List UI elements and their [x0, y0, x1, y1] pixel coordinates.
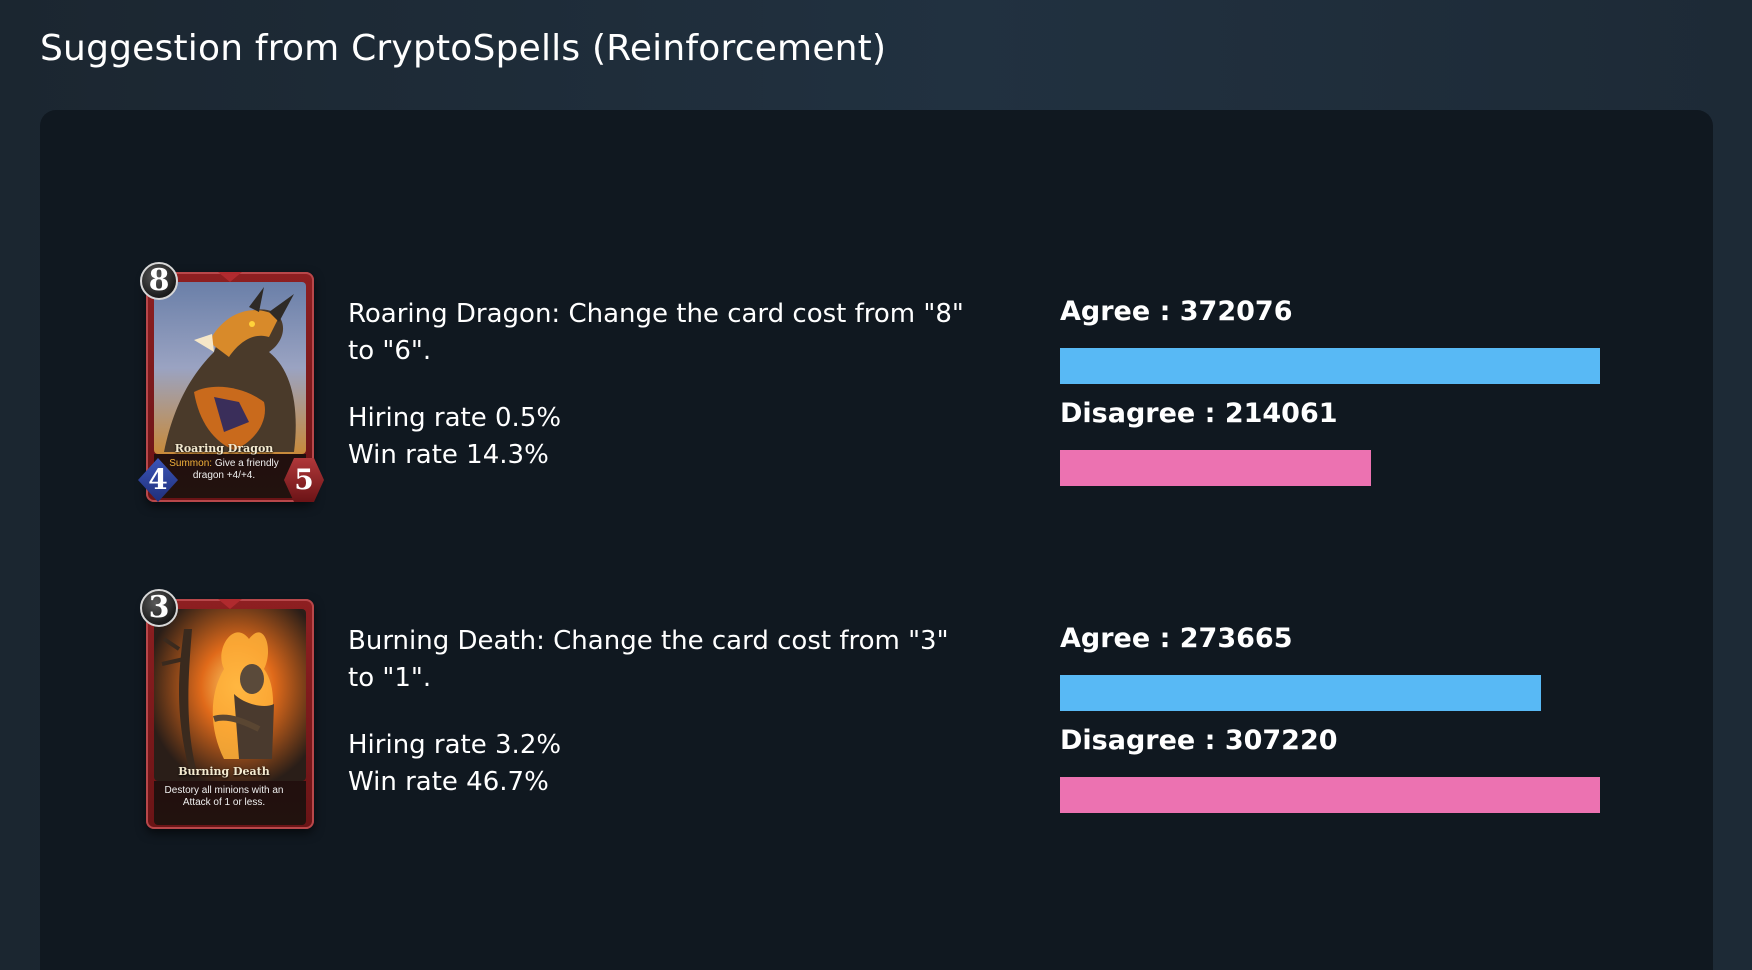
agree-bar	[1060, 348, 1600, 384]
card-cost-badge: 3	[140, 589, 178, 627]
card-text: Destory all minions with an Attack of 1 …	[154, 785, 294, 809]
card-stats: Hiring rate 3.2% Win rate 46.7%	[348, 727, 561, 801]
win-rate: Win rate 14.3%	[348, 440, 549, 470]
suggestion-item: Roaring Dragon Summon: Give a friendly d…	[40, 262, 1713, 518]
card-image: Burning Death Destory all minions with a…	[140, 589, 320, 835]
card-keyword: Summon:	[169, 458, 213, 469]
hiring-rate: Hiring rate 0.5%	[348, 403, 562, 433]
disagree-bar	[1060, 450, 1371, 486]
disagree-count: Disagree : 307220	[1060, 725, 1338, 756]
card-name: Burning Death	[178, 765, 270, 778]
suggestion-description: Burning Death: Change the card cost from…	[348, 626, 949, 693]
suggestion-description: Roaring Dragon: Change the card cost fro…	[348, 299, 964, 366]
agree-bar	[1060, 675, 1541, 711]
hiring-rate: Hiring rate 3.2%	[348, 730, 562, 760]
suggestion-item: Burning Death Destory all minions with a…	[40, 589, 1713, 845]
card-image: Roaring Dragon Summon: Give a friendly d…	[138, 262, 324, 508]
card-effect: Destory all minions with an Attack of 1 …	[164, 785, 284, 808]
disagree-bar	[1060, 777, 1600, 813]
win-rate: Win rate 46.7%	[348, 767, 549, 797]
page-title: Suggestion from CryptoSpells (Reinforcem…	[40, 28, 887, 69]
dragon-illustration	[154, 282, 306, 454]
card-name: Roaring Dragon	[174, 442, 274, 455]
card-cost-badge: 8	[140, 262, 178, 300]
suggestions-panel: Roaring Dragon Summon: Give a friendly d…	[40, 110, 1713, 970]
agree-count: Agree : 372076	[1060, 296, 1293, 327]
card-stats: Hiring rate 0.5% Win rate 14.3%	[348, 400, 561, 474]
fire-skeleton-illustration	[154, 609, 306, 781]
agree-count: Agree : 273665	[1060, 623, 1293, 654]
disagree-count: Disagree : 214061	[1060, 398, 1338, 429]
